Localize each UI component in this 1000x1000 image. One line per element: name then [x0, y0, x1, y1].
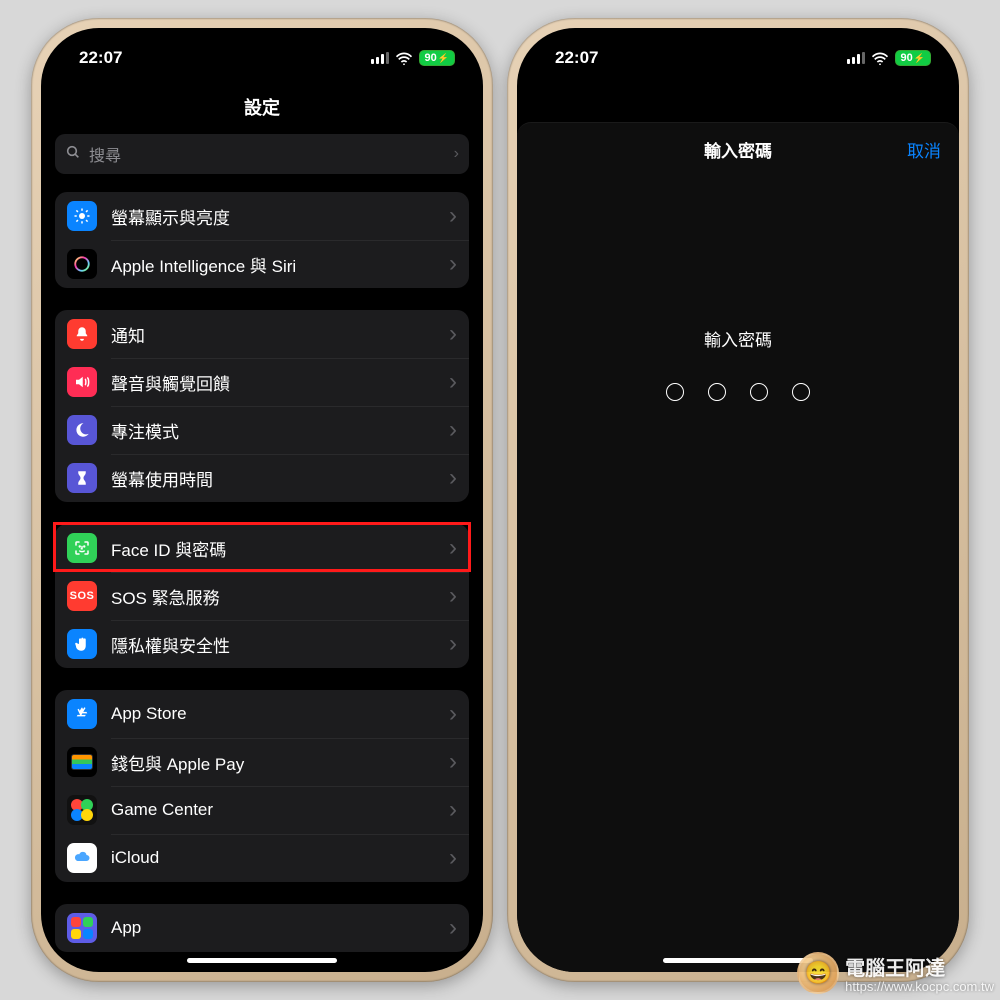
- settings-row-faceid[interactable]: Face ID 與密碼 ›: [55, 524, 469, 572]
- settings-row-sounds[interactable]: 聲音與觸覺回饋 ›: [55, 358, 469, 406]
- settings-row-screentime[interactable]: 螢幕使用時間 ›: [55, 454, 469, 502]
- settings-group: App ›: [55, 904, 469, 952]
- watermark-avatar-icon: 😄: [797, 952, 839, 994]
- status-time: 22:07: [79, 48, 122, 68]
- chevron-right-icon: ›: [454, 145, 459, 163]
- sparkle-icon: [67, 249, 97, 279]
- home-indicator[interactable]: [663, 958, 813, 963]
- hand-icon: [67, 629, 97, 659]
- sheet-header: 輸入密碼 取消: [517, 123, 959, 176]
- chevron-right-icon: ›: [449, 750, 457, 774]
- chevron-right-icon: ›: [449, 798, 457, 822]
- passcode-dot: [750, 383, 768, 401]
- settings-row-gamecenter[interactable]: Game Center ›: [55, 786, 469, 834]
- settings-row-label: SOS 緊急服務: [111, 584, 435, 609]
- passcode-sheet: 輸入密碼 取消 輸入密碼: [517, 122, 959, 972]
- settings-row-privacy[interactable]: 隱私權與安全性 ›: [55, 620, 469, 668]
- phone-right-screen: 22:07 90⚡ 輸入密碼 取消: [517, 28, 959, 972]
- watermark: 😄 電腦王阿達 https://www.kocpc.com.tw: [797, 952, 994, 994]
- cellular-signal-icon: [371, 52, 389, 64]
- battery-indicator: 90⚡: [419, 50, 455, 66]
- apps-icon: [67, 913, 97, 943]
- settings-row-label: 通知: [111, 322, 435, 347]
- settings-group: Face ID 與密碼 › SOS SOS 緊急服務 › 隱私權與安全性 ›: [55, 524, 469, 668]
- icloud-icon: [67, 843, 97, 873]
- sheet-backdrop: [517, 88, 959, 118]
- cellular-signal-icon: [847, 52, 865, 64]
- settings-row-notifications[interactable]: 通知 ›: [55, 310, 469, 358]
- sos-icon: SOS: [67, 581, 97, 611]
- settings-row-label: App: [111, 918, 435, 938]
- chevron-right-icon: ›: [449, 252, 457, 276]
- status-time: 22:07: [555, 48, 598, 68]
- search-placeholder: 搜尋: [89, 142, 121, 166]
- settings-row-label: 錢包與 Apple Pay: [111, 750, 435, 775]
- page-title: 設定: [41, 88, 483, 134]
- settings-content[interactable]: 搜尋 › 螢幕顯示與亮度›Apple Intelligence 與 Siri›通…: [41, 134, 483, 952]
- settings-group: 通知 › 聲音與觸覺回饋 › 專注模式 › 螢幕使用時間 ›: [55, 310, 469, 502]
- wifi-icon: [395, 51, 413, 65]
- settings-row-wallet[interactable]: 錢包與 Apple Pay ›: [55, 738, 469, 786]
- search-field[interactable]: 搜尋 ›: [55, 134, 469, 174]
- settings-row-label: 隱私權與安全性: [111, 632, 435, 657]
- settings-row-sos[interactable]: SOS SOS 緊急服務 ›: [55, 572, 469, 620]
- settings-row-label: Face ID 與密碼: [111, 536, 435, 561]
- faceid-icon: [67, 533, 97, 563]
- chevron-right-icon: ›: [449, 418, 457, 442]
- home-indicator[interactable]: [187, 958, 337, 963]
- battery-indicator: 90⚡: [895, 50, 931, 66]
- settings-row-label: Game Center: [111, 800, 435, 820]
- settings-row-label: Apple Intelligence 與 Siri: [111, 252, 435, 277]
- chevron-right-icon: ›: [449, 916, 457, 940]
- settings-group: App Store›錢包與 Apple Pay›Game Center›iClo…: [55, 690, 469, 882]
- chevron-right-icon: ›: [449, 632, 457, 656]
- chevron-right-icon: ›: [449, 584, 457, 608]
- cancel-button[interactable]: 取消: [907, 137, 941, 162]
- settings-row-siri[interactable]: Apple Intelligence 與 Siri ›: [55, 240, 469, 288]
- settings-row-label: 螢幕使用時間: [111, 466, 435, 491]
- settings-row-label: 螢幕顯示與亮度: [111, 204, 435, 229]
- chevron-right-icon: ›: [449, 702, 457, 726]
- chevron-right-icon: ›: [449, 204, 457, 228]
- dynamic-island: [198, 42, 326, 78]
- settings-row-label: 聲音與觸覺回饋: [111, 370, 435, 395]
- passcode-dots[interactable]: [517, 383, 959, 401]
- sheet-title: 輸入密碼: [704, 142, 772, 161]
- speaker-icon: [67, 367, 97, 397]
- dynamic-island: [674, 42, 802, 78]
- chevron-right-icon: ›: [449, 536, 457, 560]
- moon-icon: [67, 415, 97, 445]
- phone-right-frame: 22:07 90⚡ 輸入密碼 取消: [507, 18, 969, 982]
- appstore-icon: [67, 699, 97, 729]
- settings-group: 螢幕顯示與亮度 › Apple Intelligence 與 Siri ›: [55, 192, 469, 288]
- sun-icon: [67, 201, 97, 231]
- chevron-right-icon: ›: [449, 370, 457, 394]
- chevron-right-icon: ›: [449, 322, 457, 346]
- passcode-dot: [708, 383, 726, 401]
- passcode-prompt: 輸入密碼: [517, 326, 959, 351]
- chevron-right-icon: ›: [449, 466, 457, 490]
- wallet-icon: [67, 747, 97, 777]
- settings-row-icloud[interactable]: iCloud ›: [55, 834, 469, 882]
- search-icon: [65, 144, 81, 165]
- settings-row-focus[interactable]: 專注模式 ›: [55, 406, 469, 454]
- passcode-dot: [792, 383, 810, 401]
- watermark-url: https://www.kocpc.com.tw: [845, 980, 994, 994]
- phone-left-frame: 22:07 90⚡ 設定 搜尋: [31, 18, 493, 982]
- settings-row-display[interactable]: 螢幕顯示與亮度 ›: [55, 192, 469, 240]
- settings-row-label: 專注模式: [111, 418, 435, 443]
- passcode-area: 輸入密碼: [517, 326, 959, 401]
- settings-row-label: App Store: [111, 704, 435, 724]
- hourglass-icon: [67, 463, 97, 493]
- chevron-right-icon: ›: [449, 846, 457, 870]
- settings-row-label: iCloud: [111, 848, 435, 868]
- phone-left-screen: 22:07 90⚡ 設定 搜尋: [41, 28, 483, 972]
- bell-icon: [67, 319, 97, 349]
- settings-row-app[interactable]: App ›: [55, 904, 469, 952]
- watermark-brand: 電腦王阿達: [845, 959, 945, 980]
- settings-row-appstore[interactable]: App Store ›: [55, 690, 469, 738]
- passcode-dot: [666, 383, 684, 401]
- wifi-icon: [871, 51, 889, 65]
- gamecenter-icon: [67, 795, 97, 825]
